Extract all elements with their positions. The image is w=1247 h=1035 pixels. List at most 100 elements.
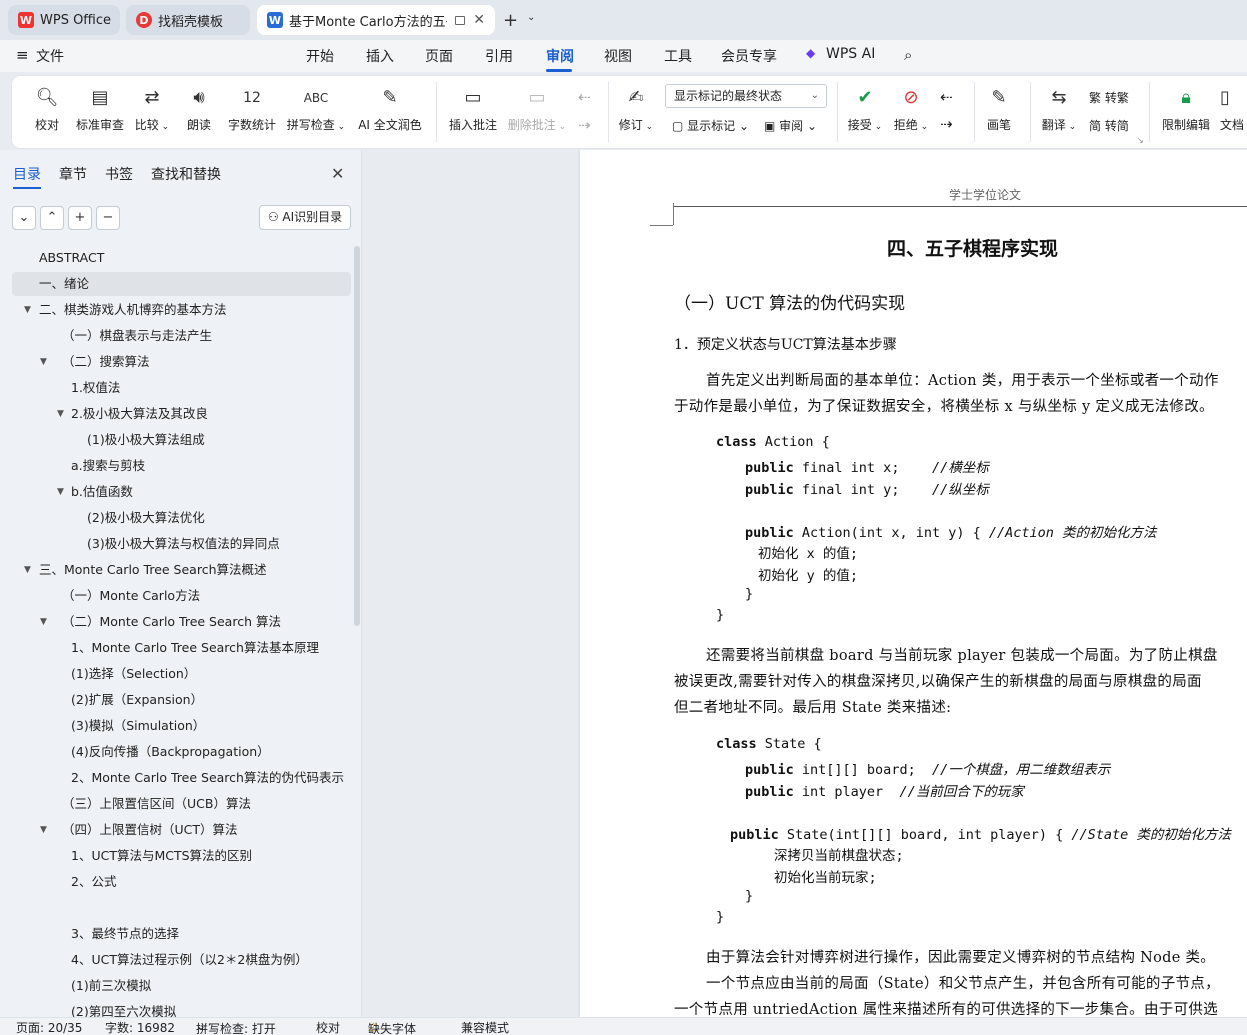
show-markup-button[interactable]: ▢ 显示标记 ⌄ [672,117,749,134]
add-heading-icon[interactable]: + [68,206,92,230]
word-count-indicator[interactable]: 字数: 16982 [105,1019,175,1035]
translate-button[interactable]: ⇆ 翻译 ⌄ [1040,84,1078,133]
toc-item[interactable]: 2、Monte Carlo Tree Search算法的伪代码表示 [71,766,344,790]
ribbon-divider [1030,82,1031,142]
close-sidebar-icon[interactable]: ✕ [331,164,344,183]
chevron-down-icon[interactable]: ⌄ [527,12,535,23]
toc-item[interactable]: （三）上限置信区间（UCB）算法 [62,792,251,816]
tab-template[interactable]: D 找稻壳模板 [126,5,250,35]
toc-item[interactable]: ABSTRACT [39,246,104,270]
close-icon[interactable]: ✕ [473,12,485,28]
expand-icon[interactable]: ↘ [1137,136,1144,145]
toc-item[interactable]: ▼ 二、棋类游戏人机博弈的基本方法 [24,298,227,322]
expand-up-icon[interactable]: ⌃ [40,206,64,230]
toc-item[interactable]: 3、最终节点的选择 [71,922,179,946]
toc-item[interactable]: (1)选择（Selection） [71,662,196,686]
toc-item[interactable]: (4)反向传播（Backpropagation） [71,740,270,764]
insert-comment-button[interactable]: ▭ 插入批注 [448,84,498,133]
toc-item[interactable]: ▼ （四）上限置信树（UCT）算法 [40,818,238,842]
toc-item[interactable]: 4、UCT算法过程示例（以2＊2棋盘为例） [71,948,308,972]
prev-change-icon[interactable]: ⇠ [940,88,953,106]
accept-button[interactable]: ✔ 接受 ⌄ [846,84,884,133]
tab-bookmarks[interactable]: 书签 [105,164,133,184]
monitor-icon[interactable] [454,15,466,25]
toc-item[interactable]: （一）棋盘表示与走法产生 [62,324,212,348]
compare-icon: ⇄ [144,87,160,108]
to-simplified-button[interactable]: 简 转简 [1089,117,1129,134]
menu-file[interactable]: 文件 [36,46,64,66]
menu-reference[interactable]: 引用 [485,46,513,66]
next-change-icon[interactable]: ⇢ [940,115,953,133]
tab-find-replace[interactable]: 查找和替换 [151,164,221,184]
track-changes-button[interactable]: ✍ 修订 ⌄ [618,84,654,133]
toc-item[interactable]: ▼ 2.极小极大算法及其改良 [57,402,208,426]
delete-comment-button[interactable]: ▭ 删除批注 ⌄ [506,84,568,133]
toc-item[interactable]: ▼ 三、Monte Carlo Tree Search算法概述 [24,558,267,582]
document-button[interactable]: ▯ 文档 [1220,84,1247,133]
review-pane-button[interactable]: ▣ 审阅 ⌄ [764,117,817,134]
toc-item[interactable]: ▼ b.估值函数 [57,480,133,504]
toc-item[interactable]: ▼ （二）Monte Carlo Tree Search 算法 [40,610,281,634]
code-line: } [716,909,725,925]
toc-item[interactable]: (1)极小极大算法组成 [87,428,205,452]
toc-item[interactable]: 1、UCT算法与MCTS算法的区别 [71,844,252,868]
review-doc-icon: ▤ [91,87,109,108]
tab-wps-office[interactable]: W WPS Office [8,5,120,35]
toc-item-active[interactable]: 一、绪论 [12,272,351,296]
active-tab-indicator [13,187,41,189]
menu-member[interactable]: 会员专享 [721,46,777,66]
restrict-edit-button[interactable]: 🔒︎ 限制编辑 [1160,84,1212,133]
menu-start[interactable]: 开始 [306,46,334,66]
toc-item[interactable]: (2)扩展（Expansion） [71,688,203,712]
tab-document[interactable]: W 基于Monte Carlo方法的五子 ✕ [257,5,495,35]
proofread-button[interactable]: 🔍︎ 校对 [32,84,62,133]
search-icon[interactable]: ⌕ [904,46,912,64]
menu-page[interactable]: 页面 [425,46,453,66]
ribbon-divider [837,82,838,142]
read-aloud-button[interactable]: 🔊︎ 朗读 [184,84,214,133]
toc-item[interactable]: 2、公式 [71,870,116,894]
to-traditional-button[interactable]: 繁 转繁 [1089,89,1129,106]
pen-button[interactable]: ✎ 画笔 [984,84,1014,133]
reject-button[interactable]: ⊘ 拒绝 ⌄ [892,84,930,133]
prev-comment-icon[interactable]: ⇠ [578,88,591,106]
ai-toc-button[interactable]: ⚇ AI识别目录 [259,205,351,230]
ai-polish-button[interactable]: ✎ AI 全文润色 [356,84,424,133]
hamburger-icon[interactable]: ≡ [16,46,29,64]
markup-state-select[interactable]: 显示标记的最终状态 ⌄ [665,84,827,108]
new-tab-icon[interactable]: + [503,10,518,31]
word-count-icon: 12 [243,90,261,106]
remove-heading-icon[interactable]: − [96,206,120,230]
menu-review[interactable]: 审阅 [546,46,574,66]
track-changes-icon: ✍ [628,87,644,108]
paragraph-line: 一个节点用 untriedAction 属性来描述所有的可供选择的下一步集合。由… [674,1002,1218,1017]
document-page[interactable]: 学士学位论文 四、五子棋程序实现 （一）UCT 算法的伪代码实现 1．预定义状态… [580,150,1247,1017]
toc-item[interactable]: (1)前三次模拟 [71,974,151,998]
spell-check-indicator[interactable]: 拼写检查: 打开 ⌄ [196,1019,276,1035]
compare-button[interactable]: ⇄ 比较 ⌄ [134,84,170,133]
toc-item[interactable]: 1.权值法 [71,376,120,400]
proof-indicator[interactable]: 校对 [316,1019,340,1035]
next-comment-icon[interactable]: ⇢ [578,116,591,134]
toc-item[interactable]: (3)模拟（Simulation） [71,714,205,738]
menu-insert[interactable]: 插入 [366,46,394,66]
toc-item[interactable]: （一）Monte Carlo方法 [62,584,200,608]
word-count-button[interactable]: 12 字数统计 [226,84,278,133]
collapse-triangle-icon: ▼ [40,617,47,627]
menu-tools[interactable]: 工具 [664,46,692,66]
toc-item[interactable]: (2)极小极大算法优化 [87,506,205,530]
toc-item[interactable]: a.搜索与剪枝 [71,454,145,478]
collapse-all-icon[interactable]: ⌄ [12,206,36,230]
toc-item[interactable]: 1、Monte Carlo Tree Search算法基本原理 [71,636,319,660]
spell-check-button[interactable]: ABC 拼写检查 ⌄ [286,84,346,133]
standard-review-button[interactable]: ▤ 标准审查 [74,84,126,133]
ribbon-divider [436,82,437,142]
tab-toc[interactable]: 目录 [13,164,41,184]
menu-view[interactable]: 视图 [604,46,632,66]
toc-item[interactable]: (3)极小极大算法与权值法的异同点 [87,532,280,556]
toc-item[interactable]: ▼ （二）搜索算法 [40,350,150,374]
page-indicator[interactable]: 页面: 20/35 [16,1019,82,1035]
sidebar-scrollbar[interactable] [354,246,360,626]
menu-wps-ai[interactable]: WPS AI [826,46,875,62]
tab-chapters[interactable]: 章节 [59,164,87,184]
